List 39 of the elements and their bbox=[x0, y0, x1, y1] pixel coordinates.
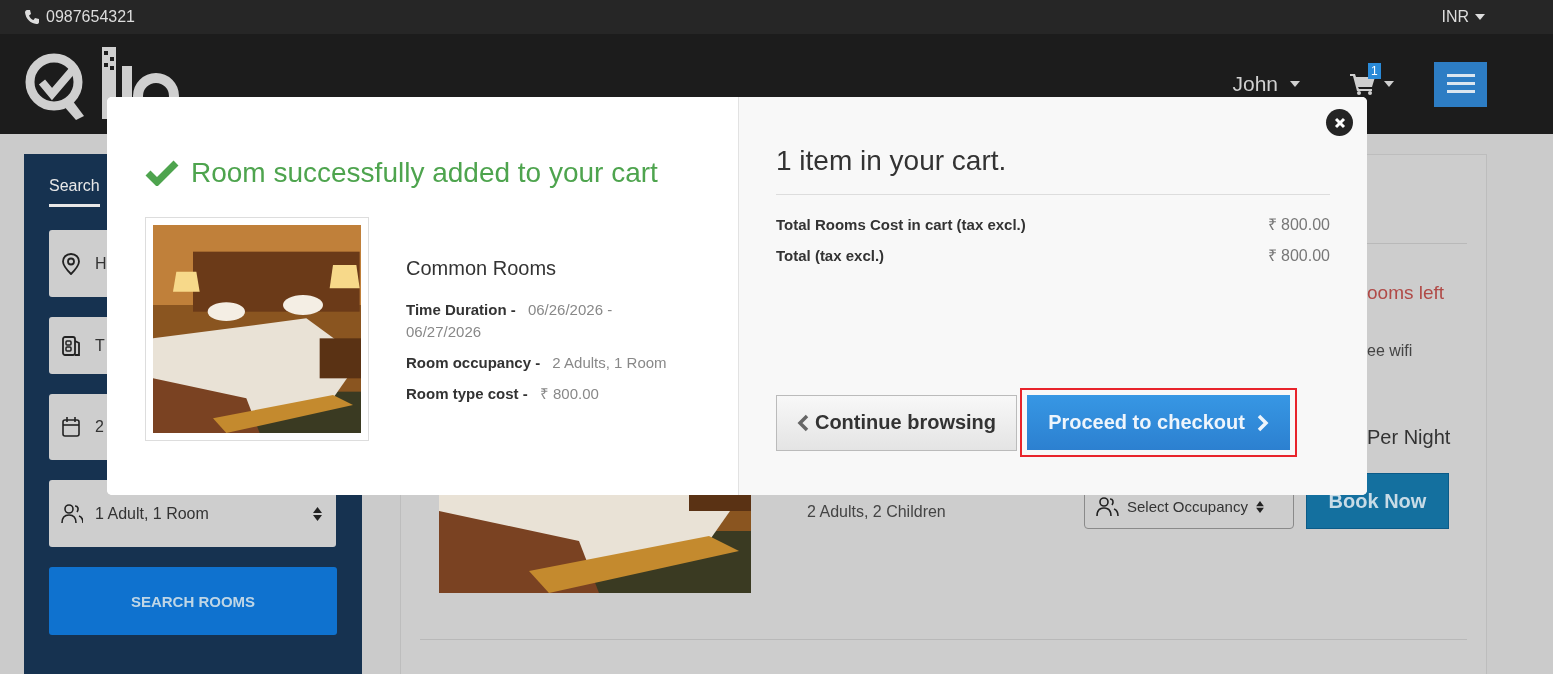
menu-icon bbox=[1446, 74, 1475, 94]
room-detail: Time Duration - 06/26/2026 - 06/27/2026 bbox=[406, 300, 614, 342]
cart-icon bbox=[1350, 73, 1376, 95]
total-label: Total Rooms Cost in cart (tax excl.) bbox=[776, 216, 1026, 234]
phone-icon bbox=[24, 9, 40, 25]
room-name: Common Rooms bbox=[406, 257, 558, 280]
occupancy-text: 2 Adults, 2 Children bbox=[807, 503, 947, 521]
caret-icon bbox=[1384, 81, 1394, 87]
continue-browsing-button[interactable]: Continue browsing bbox=[776, 394, 1017, 451]
location-pin-icon bbox=[61, 252, 83, 275]
people-icon bbox=[61, 502, 83, 525]
close-icon bbox=[1333, 116, 1346, 129]
checkmark-icon bbox=[145, 160, 179, 186]
caret-icon bbox=[1475, 14, 1485, 20]
total-value: ₹ 800.00 bbox=[1267, 247, 1330, 265]
cart-heading: 1 item in your cart. bbox=[776, 145, 1330, 195]
up-down-icon bbox=[1255, 500, 1264, 513]
currency-dropdown[interactable]: INR bbox=[1441, 8, 1485, 26]
menu-button[interactable] bbox=[1434, 61, 1487, 107]
search-tab[interactable]: Search bbox=[49, 176, 100, 207]
room-detail: Room type cost - ₹ 800.00 bbox=[406, 384, 600, 404]
cart-count-badge: 1 bbox=[1368, 63, 1381, 79]
chevron-right-icon bbox=[1256, 413, 1269, 432]
phone-number: 0987654321 bbox=[46, 8, 135, 26]
close-button[interactable] bbox=[1326, 109, 1353, 136]
building-icon bbox=[61, 334, 83, 357]
calendar-icon bbox=[61, 416, 83, 438]
total-label: Total (tax excl.) bbox=[776, 247, 885, 265]
room-detail: Room occupancy - 2 Adults, 1 Room bbox=[406, 353, 668, 373]
rooms-left-text: ooms left bbox=[1367, 282, 1445, 304]
total-value: ₹ 800.00 bbox=[1267, 216, 1330, 234]
chevron-left-icon bbox=[796, 413, 809, 432]
caret-icon bbox=[1290, 81, 1300, 87]
up-down-icon bbox=[313, 506, 322, 521]
feature-text: ee wifi bbox=[1367, 342, 1413, 360]
user-menu[interactable]: John bbox=[1232, 72, 1300, 96]
people-icon bbox=[1095, 495, 1119, 518]
price-unit: Per Night bbox=[1367, 426, 1451, 449]
success-message: Room successfully added to your cart bbox=[191, 157, 658, 189]
